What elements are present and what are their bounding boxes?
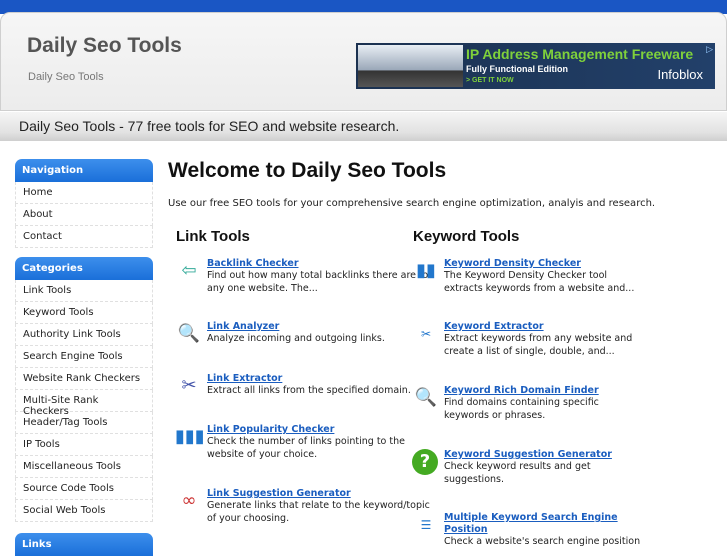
chain-links-icon: ∞ [181,490,197,511]
adchoices-icon[interactable]: ▷ [706,45,713,55]
tool-entry: ✂ Keyword Extractor Extract keywords from … [421,321,644,358]
tool-entry: ☰ Multiple Keyword Search Engine Position… [421,512,644,549]
tool-entry: ? Keyword Suggestion Generator Check keywo… [412,449,644,486]
category-item[interactable]: Link Tools [15,280,153,302]
tool-desc: Find out how many total backlinks there … [207,270,433,294]
tool-link[interactable]: Keyword Suggestion Generator [444,449,644,461]
categories-header: Categories [15,257,153,280]
ad-subline: Fully Functional Edition [466,64,568,74]
tool-desc: Check the number of links pointing to th… [207,436,405,460]
tagline: Daily Seo Tools - 77 free tools for SEO … [0,112,727,141]
ad-cta[interactable]: > GET IT NOW [466,77,514,84]
tool-link[interactable]: Keyword Rich Domain Finder [444,385,644,397]
site-title[interactable]: Daily Seo Tools [27,34,182,58]
tool-entry: ✂ Link Extractor Extract all links from th… [181,373,442,398]
tool-link[interactable]: Link Popularity Checker [207,424,442,436]
tool-entry: 🔍 Link Analyzer Analyze incoming and outgo… [178,321,442,346]
magnifier-icon: 🔍 [177,323,201,344]
keyword-tools-heading: Keyword Tools [413,228,520,245]
tool-link[interactable]: Link Extractor [207,373,442,385]
tool-desc: Check keyword results and get suggestion… [444,461,591,485]
tool-entry: ▮▮ Keyword Density Checker The Keyword Den… [416,258,644,295]
tool-desc: Check a website's search engine position [444,536,641,547]
ad-screenshot [358,45,463,87]
category-item[interactable]: Website Rank Checkers [15,368,153,390]
nav-item-home[interactable]: Home [15,182,153,204]
category-item[interactable]: Multi-Site Rank Checkers [15,390,153,417]
tool-entry: ∞ Link Suggestion Generator Generate links… [182,488,442,525]
tool-entry: ▮▮▮ Link Popularity Checker Check the numb… [175,424,442,461]
nav-item-contact[interactable]: Contact [15,226,153,248]
category-item[interactable]: Source Code Tools [15,478,153,500]
navigation-box: Navigation Home About Contact [15,159,153,248]
tool-link[interactable]: Link Analyzer [207,321,442,333]
keyword-chart-icon: ▮▮ [416,260,436,281]
navigation-header: Navigation [15,159,153,182]
tool-link[interactable]: Keyword Extractor [444,321,644,333]
tool-link[interactable]: Multiple Keyword Search Engine Position [444,512,644,536]
tool-link[interactable]: Link Suggestion Generator [207,488,442,500]
category-item[interactable]: Search Engine Tools [15,346,153,368]
category-item[interactable]: Miscellaneous Tools [15,456,153,478]
tool-desc: Generate links that relate to the keywor… [207,500,430,524]
serp-list-icon: ☰ [420,518,432,532]
category-item[interactable]: Authority Link Tools [15,324,153,346]
question-icon: ? [412,449,438,475]
domain-magnifier-icon: 🔍 [414,387,438,408]
scissors-link-icon: ✂ [181,375,197,396]
keyword-scissors-icon: ✂ [420,327,432,341]
site-subtitle: Daily Seo Tools [28,71,104,83]
page-title: Welcome to Daily Seo Tools [168,159,447,182]
category-item[interactable]: Social Web Tools [15,500,153,522]
tool-desc: The Keyword Density Checker tool extract… [444,270,635,294]
tool-desc: Find domains containing specific keyword… [444,397,599,421]
category-item[interactable]: IP Tools [15,434,153,456]
tool-link[interactable]: Keyword Density Checker [444,258,644,270]
bar-chart-icon: ▮▮▮ [175,426,205,447]
tool-link[interactable]: Backlink Checker [207,258,442,270]
tool-entry: ⇦ Backlink Checker Find out how many total… [181,258,442,295]
category-item[interactable]: Keyword Tools [15,302,153,324]
tool-desc: Analyze incoming and outgoing links. [207,333,385,344]
backlink-icon: ⇦ [181,260,197,281]
ad-banner[interactable]: IP Address Management Freeware Fully Fun… [356,43,715,89]
ad-headline: IP Address Management Freeware [466,46,694,62]
tool-desc: Extract all links from the specified dom… [207,385,411,396]
tool-desc: Extract keywords from any website and cr… [444,333,633,357]
ad-brand: Infoblox [657,67,703,82]
intro-text: Use our free SEO tools for your comprehe… [168,198,656,209]
link-tools-heading: Link Tools [176,228,250,245]
categories-box: Categories Link Tools Keyword Tools Auth… [15,257,153,522]
tool-entry: 🔍 Keyword Rich Domain Finder Find domains … [415,385,644,422]
nav-item-about[interactable]: About [15,204,153,226]
